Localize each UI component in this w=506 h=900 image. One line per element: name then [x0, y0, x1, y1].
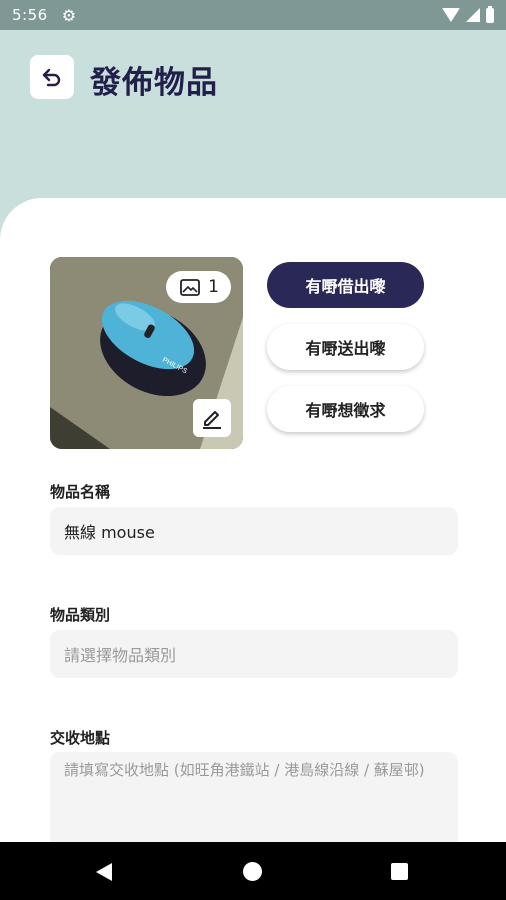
- signal-icon: [466, 8, 480, 22]
- battery-icon: [486, 5, 494, 23]
- nav-back-icon[interactable]: [96, 863, 112, 881]
- page-title: 發佈物品: [90, 65, 218, 101]
- wifi-icon: [442, 8, 460, 22]
- photo-count: 1: [208, 277, 219, 297]
- photo-count-badge: 1: [166, 271, 231, 303]
- status-bar: 5:56 ⚙: [0, 0, 506, 30]
- back-button[interactable]: [30, 55, 74, 99]
- location-textarea[interactable]: 請填寫交收地點 (如旺角港鐵站 / 港島線沿線 / 蘇屋邨): [50, 752, 458, 842]
- image-icon: [180, 278, 201, 296]
- gear-icon: ⚙: [61, 5, 77, 25]
- item-photo[interactable]: PHILIPS 1: [50, 257, 243, 449]
- navigation-bar: [0, 842, 506, 900]
- pencil-icon: [203, 411, 221, 429]
- option-request[interactable]: 有嘢想徵求: [267, 386, 424, 432]
- category-label: 物品類別: [50, 606, 111, 624]
- item-name-input[interactable]: 無線 mouse: [50, 507, 458, 555]
- item-name-label: 物品名稱: [50, 483, 111, 501]
- status-time: 5:56: [12, 6, 48, 24]
- option-lend[interactable]: 有嘢借出嚟: [267, 262, 424, 308]
- edit-photo-button[interactable]: [193, 399, 231, 437]
- category-select[interactable]: 請選擇物品類別: [50, 630, 458, 678]
- option-give-away[interactable]: 有嘢送出嚟: [267, 324, 424, 370]
- undo-arrow-icon: [42, 68, 61, 87]
- nav-home-icon[interactable]: [243, 862, 262, 881]
- location-label: 交收地點: [50, 729, 111, 747]
- status-icons: [442, 0, 494, 30]
- nav-recents-icon[interactable]: [391, 863, 408, 880]
